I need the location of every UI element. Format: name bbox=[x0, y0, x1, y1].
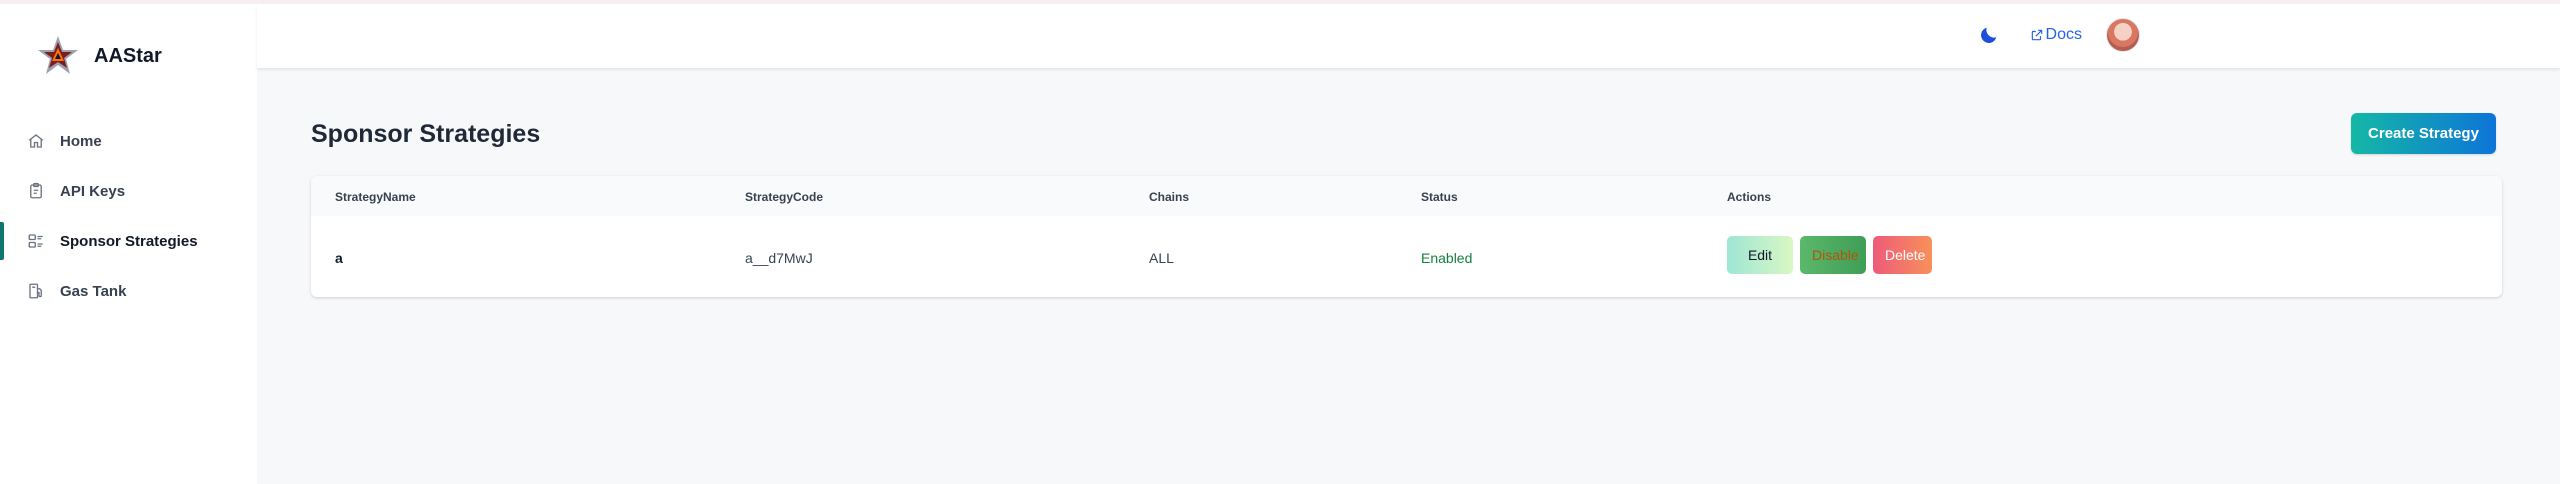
app-name: AAStar bbox=[94, 44, 162, 67]
sidebar-item-gas-tank[interactable]: Gas Tank bbox=[0, 266, 257, 316]
column-header-chains: Chains bbox=[1149, 190, 1190, 204]
row-actions: Edit Disable Delete bbox=[1727, 236, 1939, 274]
sidebar-nav: Home API Keys Sponsor Strategies Gas Tan… bbox=[0, 116, 257, 316]
docs-link[interactable]: Docs bbox=[2030, 26, 2082, 44]
edit-button[interactable]: Edit bbox=[1727, 236, 1793, 274]
sidebar-item-label: Home bbox=[60, 132, 102, 150]
sidebar-item-home[interactable]: Home bbox=[0, 116, 257, 166]
sidebar-item-label: Sponsor Strategies bbox=[60, 232, 198, 250]
create-strategy-button[interactable]: Create Strategy bbox=[2351, 113, 2496, 154]
top-bar: Docs bbox=[257, 4, 2560, 68]
docs-label: Docs bbox=[2045, 26, 2082, 43]
column-header-actions: Actions bbox=[1727, 190, 1772, 204]
layout-icon bbox=[26, 231, 46, 251]
sidebar-item-api-keys[interactable]: API Keys bbox=[0, 166, 257, 216]
logo-icon bbox=[38, 36, 78, 74]
app-shell: AAStar Home API Keys Sponsor Strategies bbox=[0, 4, 2560, 484]
cell-strategy-code: a__d7MwJ bbox=[745, 250, 813, 266]
table-row: a a__d7MwJ ALL Enabled Edit Disable Dele… bbox=[311, 216, 2502, 297]
moon-icon[interactable] bbox=[1978, 24, 2000, 46]
column-header-strategy-name: StrategyName bbox=[335, 190, 416, 204]
avatar[interactable] bbox=[2106, 18, 2140, 52]
external-link-icon bbox=[2031, 29, 2042, 41]
column-header-status: Status bbox=[1421, 190, 1458, 204]
strategies-table: StrategyName StrategyCode Chains Status … bbox=[311, 176, 2502, 297]
cell-status: Enabled bbox=[1421, 250, 1473, 266]
sidebar-item-sponsor-strategies[interactable]: Sponsor Strategies bbox=[0, 216, 257, 266]
main-content: Docs Sponsor Strategies Create Strategy … bbox=[257, 4, 2560, 484]
home-icon bbox=[26, 131, 46, 151]
delete-button[interactable]: Delete bbox=[1873, 236, 1932, 274]
clipboard-icon bbox=[26, 181, 46, 201]
cell-chains: ALL bbox=[1149, 250, 1174, 266]
sidebar: AAStar Home API Keys Sponsor Strategies bbox=[0, 4, 257, 484]
sidebar-item-label: API Keys bbox=[60, 182, 126, 200]
page-title: Sponsor Strategies bbox=[311, 120, 541, 148]
sidebar-item-label: Gas Tank bbox=[60, 282, 127, 300]
table-header: StrategyName StrategyCode Chains Status … bbox=[311, 176, 2502, 216]
column-header-strategy-code: StrategyCode bbox=[745, 190, 824, 204]
disable-button[interactable]: Disable bbox=[1800, 236, 1866, 274]
brand[interactable]: AAStar bbox=[36, 34, 162, 78]
cell-strategy-name: a bbox=[335, 250, 343, 266]
fuel-icon bbox=[26, 281, 46, 301]
top-bar-actions: Docs bbox=[1978, 18, 2140, 52]
